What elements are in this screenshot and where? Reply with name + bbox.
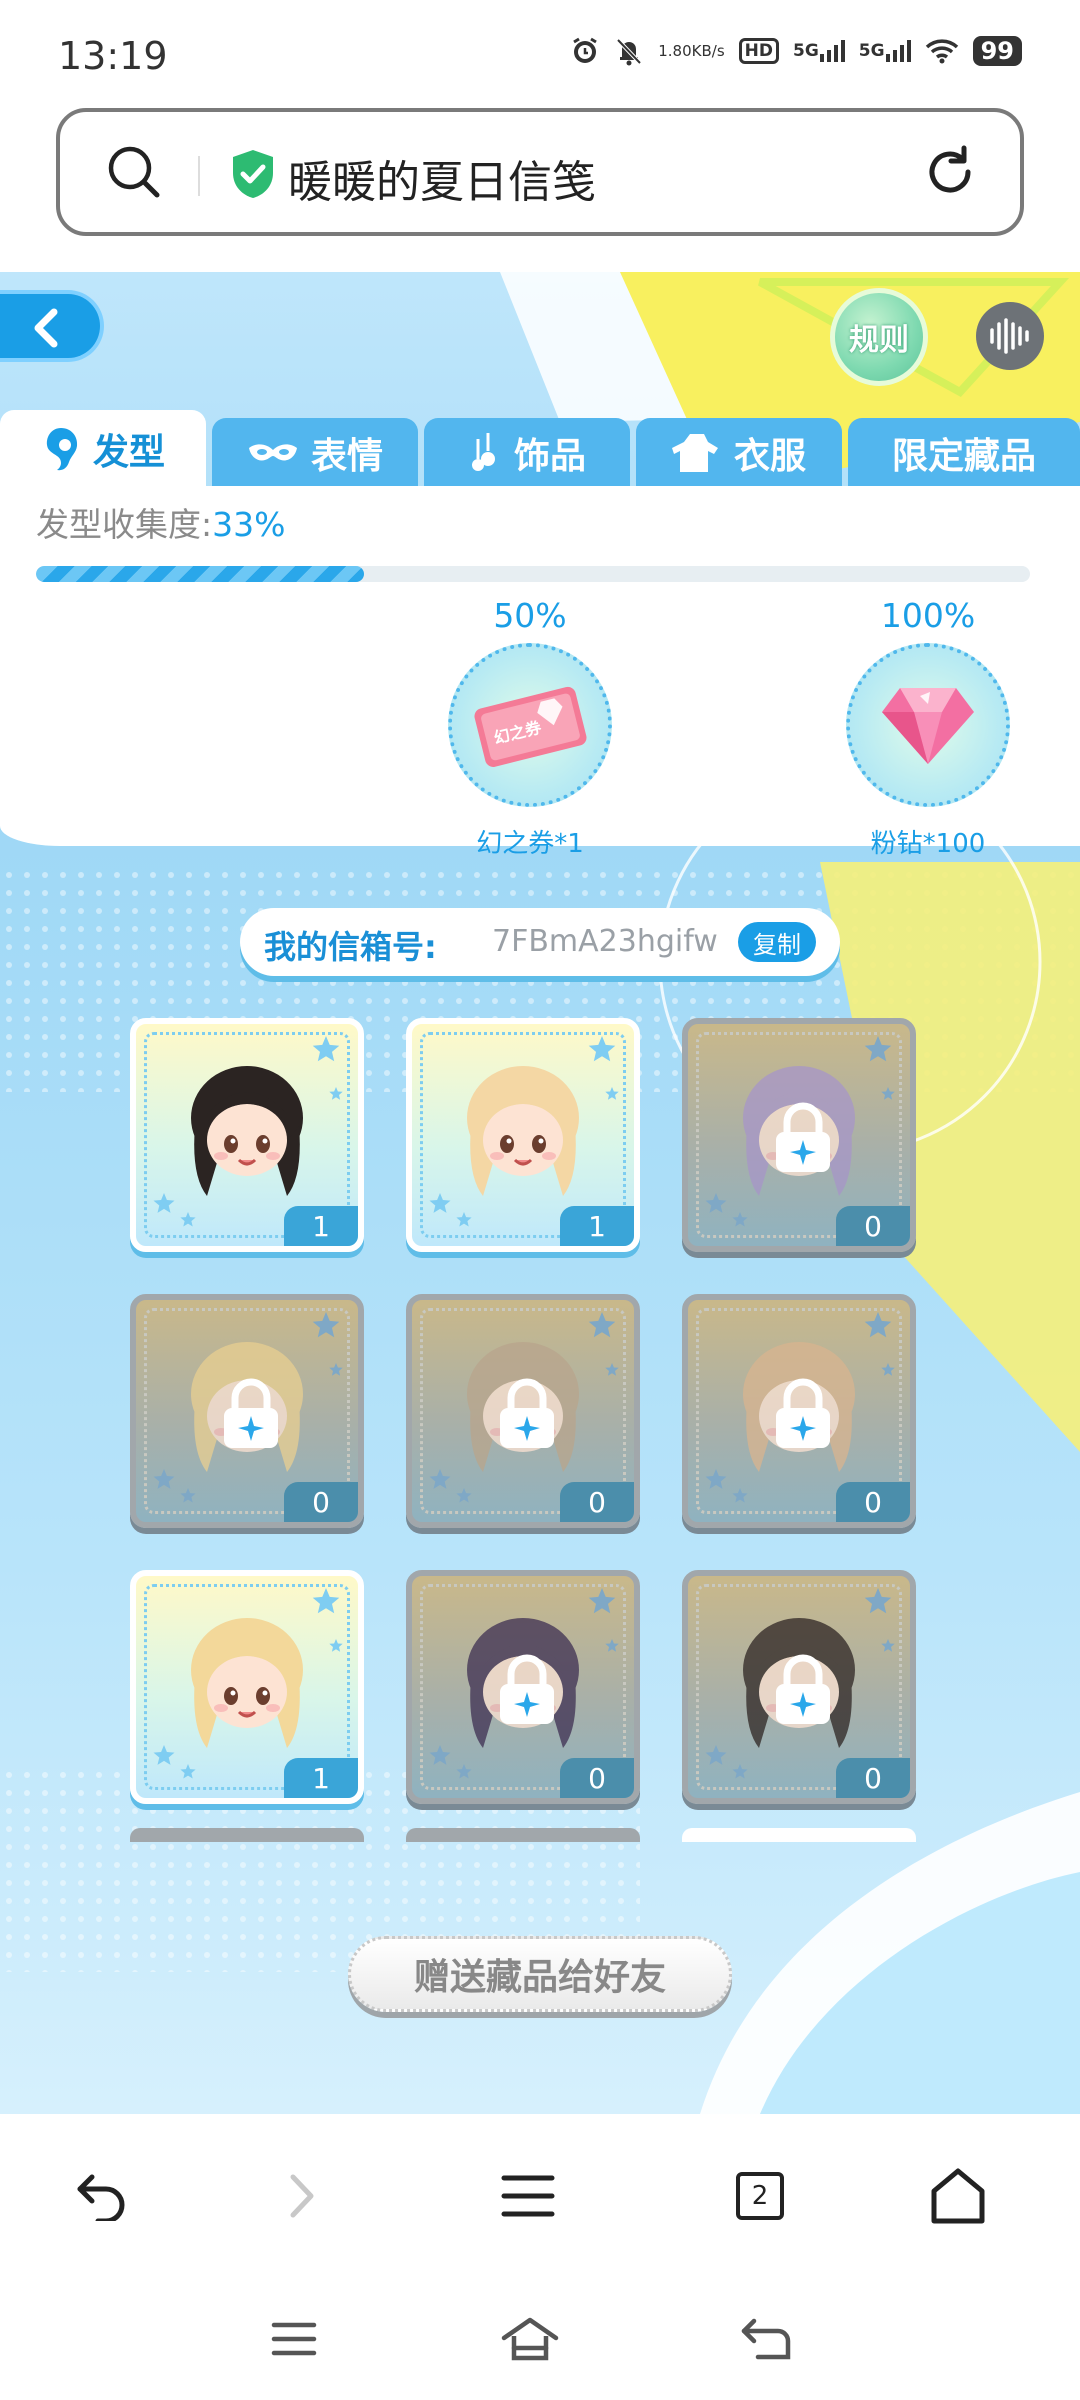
- next-row-tile: [682, 1828, 916, 1842]
- home-icon[interactable]: [490, 2304, 570, 2374]
- forward-icon[interactable]: [262, 2156, 342, 2236]
- mailbox-id: 7FBmA23hgifw: [492, 924, 718, 959]
- collection-item-owned[interactable]: 1: [406, 1018, 640, 1252]
- item-count: 0: [836, 1206, 910, 1246]
- alarm-icon: [570, 36, 600, 66]
- collection-label: 发型收集度:33%: [36, 505, 286, 544]
- tab-label: 发型: [92, 432, 165, 473]
- next-row-tile: [130, 1828, 364, 1842]
- collection-progress-panel: 发型收集度:33% 50% 幻之券 幻之券*1 100% 粉钻*100: [0, 486, 1080, 859]
- home-icon[interactable]: [918, 2156, 998, 2236]
- hair-icon: [41, 425, 81, 473]
- hd-badge: HD: [738, 38, 779, 64]
- milestone-percent: 100%: [880, 596, 976, 635]
- tab-label: 衣服: [733, 436, 806, 477]
- tabs-icon[interactable]: 2: [720, 2156, 800, 2236]
- status-bar: 13:19 1.80 KB/s HD 5G 5G 99: [0, 0, 1080, 100]
- sound-toggle[interactable]: [976, 302, 1044, 370]
- back-icon[interactable]: [62, 2156, 142, 2236]
- lock-icon: [500, 1654, 554, 1724]
- tab-hair[interactable]: 发型: [0, 410, 206, 488]
- progress-fill: [36, 566, 365, 582]
- clothes-icon: [671, 432, 722, 474]
- ticket-icon: 幻之券: [474, 686, 587, 767]
- accessory-icon: [468, 431, 502, 475]
- collection-item-locked[interactable]: 0: [130, 1294, 364, 1528]
- reward-circle[interactable]: [846, 643, 1010, 807]
- category-tabs: 发型 表情 饰品 衣服 限定藏品: [0, 410, 1080, 488]
- net-speed: 1.80 KB/s: [658, 42, 725, 60]
- battery-icon: 99: [972, 36, 1022, 66]
- tab-label: 限定藏品: [891, 436, 1036, 477]
- tab-expression[interactable]: 表情: [212, 418, 418, 488]
- status-icons: 1.80 KB/s HD 5G 5G 99: [570, 36, 1022, 66]
- status-time: 13:19: [58, 34, 168, 78]
- search-icon[interactable]: [106, 144, 162, 204]
- collection-item-locked[interactable]: 0: [682, 1018, 916, 1252]
- tab-label: 表情: [310, 436, 383, 477]
- item-count: 0: [560, 1482, 634, 1522]
- milestone-percent: 50%: [493, 596, 567, 635]
- recents-icon[interactable]: [254, 2304, 334, 2374]
- rules-button[interactable]: 规则: [830, 288, 928, 386]
- collection-item-locked[interactable]: 0: [682, 1294, 916, 1528]
- address-divider: [198, 156, 200, 196]
- tab-count: 2: [736, 2172, 784, 2220]
- hairstyle-icon: [191, 1066, 303, 1196]
- signal-icon: 5G: [793, 40, 845, 62]
- sound-wave-icon: [990, 318, 1029, 354]
- lock-icon: [500, 1378, 554, 1448]
- lock-icon: [776, 1654, 830, 1724]
- signal-icon-2: 5G: [859, 40, 911, 62]
- mask-icon: [247, 440, 299, 466]
- address-bar[interactable]: 暖暖的夏日信笺: [56, 108, 1024, 236]
- next-row-tile: [406, 1828, 640, 1842]
- mute-bell-icon: [614, 36, 644, 66]
- milestone-50[interactable]: 50% 幻之券 幻之券*1: [440, 596, 620, 860]
- shield-check-icon: [230, 148, 276, 204]
- back-icon[interactable]: [726, 2304, 806, 2374]
- reward-label: 粉钻*100: [870, 829, 986, 859]
- tab-limited[interactable]: 限定藏品: [848, 418, 1080, 488]
- page-title[interactable]: 暖暖的夏日信笺: [288, 146, 596, 210]
- collection-item-locked[interactable]: 0: [682, 1570, 916, 1804]
- collection-item-owned[interactable]: 1: [130, 1570, 364, 1804]
- tab-label: 饰品: [513, 436, 586, 477]
- back-button[interactable]: [0, 290, 104, 362]
- system-navigation-bar: [0, 2280, 1080, 2400]
- lock-icon: [224, 1378, 278, 1448]
- pink-diamond-icon: [882, 688, 974, 764]
- lock-icon: [776, 1378, 830, 1448]
- reward-circle[interactable]: 幻之券: [448, 643, 612, 807]
- collection-item-owned[interactable]: 1: [130, 1018, 364, 1252]
- item-count: 0: [284, 1482, 358, 1522]
- mailbox-label: 我的信箱号:: [264, 928, 437, 966]
- gift-to-friend-button[interactable]: 赠送藏品给好友: [348, 1936, 732, 2012]
- collection-item-locked[interactable]: 0: [406, 1570, 640, 1804]
- browser-toolbar: 2: [0, 2114, 1080, 2280]
- item-count: 0: [836, 1482, 910, 1522]
- tab-clothes[interactable]: 衣服: [636, 418, 842, 488]
- collection-page: 规则 发型 表情 饰品 衣服 限定藏品 发型收集度:33% 50% 幻之券 幻之…: [0, 272, 1080, 2114]
- item-count: 1: [560, 1206, 634, 1246]
- collection-percent: 33%: [212, 505, 286, 544]
- menu-icon[interactable]: [488, 2156, 568, 2236]
- wifi-icon: [925, 38, 959, 64]
- milestone-100[interactable]: 100% 粉钻*100: [838, 596, 1018, 860]
- collection-progress-bar: [36, 566, 1030, 582]
- reload-icon[interactable]: [920, 142, 980, 206]
- hairstyle-icon: [191, 1618, 303, 1748]
- mailbox-id-pill: 我的信箱号: 7FBmA23hgifw 复制: [240, 908, 840, 976]
- tab-accessory[interactable]: 饰品: [424, 418, 630, 488]
- item-count: 1: [284, 1758, 358, 1798]
- item-count: 0: [836, 1758, 910, 1798]
- reward-label: 幻之券*1: [476, 829, 584, 859]
- collection-item-locked[interactable]: 0: [406, 1294, 640, 1528]
- item-count: 0: [560, 1758, 634, 1798]
- copy-button[interactable]: 复制: [738, 922, 816, 962]
- item-count: 1: [284, 1206, 358, 1246]
- lock-icon: [776, 1102, 830, 1172]
- chevron-left-icon: [34, 308, 58, 348]
- hairstyle-icon: [467, 1066, 579, 1196]
